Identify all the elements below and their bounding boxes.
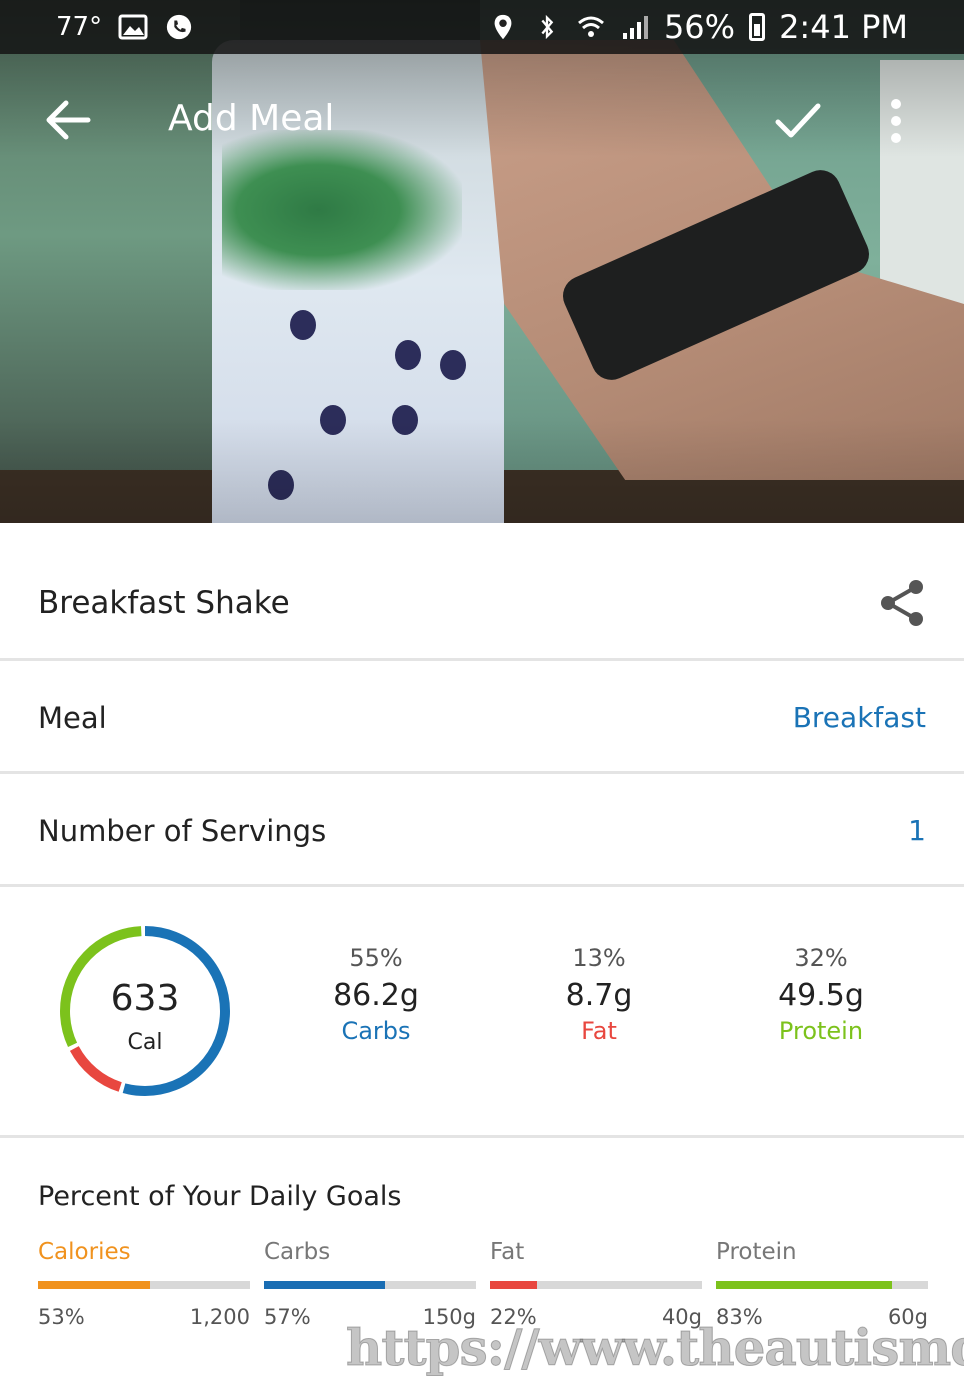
macro-percent: 55%	[349, 944, 403, 972]
signal-icon	[622, 16, 648, 39]
macro-percent: 13%	[572, 944, 626, 972]
macro-name: Carbs	[341, 1017, 411, 1045]
battery-percent: 56%	[663, 8, 736, 46]
goal-carbs: Carbs 57% 150g	[264, 1239, 476, 1329]
goal-name: Fat	[490, 1239, 525, 1265]
goal-percent: 53%	[38, 1305, 85, 1329]
clock: 2:41 PM	[779, 8, 908, 46]
daily-goals-heading: Percent of Your Daily Goals	[38, 1181, 402, 1212]
servings-value[interactable]: 1	[908, 814, 926, 847]
more-vertical-icon[interactable]	[884, 98, 908, 144]
meal-label: Meal	[38, 700, 107, 735]
goal-name: Carbs	[264, 1239, 331, 1265]
phone-icon	[166, 14, 192, 40]
goal-name: Protein	[716, 1239, 797, 1265]
goal-fat: Fat 22% 40g	[490, 1239, 702, 1329]
goal-protein: Protein 83% 60g	[716, 1239, 928, 1329]
app-bar: Add Meal	[0, 70, 964, 170]
macro-percent: 32%	[794, 944, 848, 972]
status-bar: 77° 56% 2:41 PM	[0, 0, 964, 54]
macro-protein: 32% 49.5g Protein	[721, 944, 921, 1045]
servings-label: Number of Servings	[38, 813, 327, 848]
goal-progress-track	[264, 1281, 476, 1289]
goal-progress-fill	[38, 1281, 151, 1289]
location-icon	[494, 14, 512, 40]
goal-progress-fill	[490, 1281, 537, 1289]
goal-name: Calories	[38, 1239, 131, 1265]
macro-name: Fat	[581, 1017, 617, 1045]
nutrition-summary: 633 Cal 55% 86.2g Carbs 13% 8.7g Fat 32%…	[0, 890, 964, 1138]
goal-progress-track	[716, 1281, 928, 1289]
watermark-text: https://www.theautismdad.c	[346, 1318, 964, 1377]
goal-target: 1,200	[189, 1305, 250, 1329]
macro-grams: 86.2g	[333, 978, 419, 1013]
meal-name-row[interactable]: Breakfast Shake	[0, 548, 964, 661]
share-icon[interactable]	[878, 577, 926, 629]
goal-progress-fill	[264, 1281, 385, 1289]
calories-unit: Cal	[127, 1030, 163, 1055]
arrow-left-icon[interactable]	[44, 98, 92, 142]
meal-value[interactable]: Breakfast	[793, 701, 926, 734]
macro-name: Protein	[778, 1017, 864, 1045]
goal-progress-track	[38, 1281, 250, 1289]
macro-grams: 49.5g	[778, 978, 864, 1013]
macro-grams: 8.7g	[565, 978, 633, 1013]
image-icon	[118, 14, 148, 40]
goal-progress-fill	[716, 1281, 892, 1289]
goal-calories: Calories 53% 1,200	[38, 1239, 250, 1329]
macro-carbs: 55% 86.2g Carbs	[276, 944, 476, 1045]
temperature: 77°	[56, 12, 103, 42]
goal-progress-track	[490, 1281, 702, 1289]
goal-percent: 57%	[264, 1305, 311, 1329]
battery-icon	[749, 13, 766, 41]
check-icon[interactable]	[774, 100, 822, 142]
bluetooth-icon	[541, 14, 554, 40]
macro-fat: 13% 8.7g Fat	[499, 944, 699, 1045]
wifi-icon	[577, 16, 604, 37]
servings-row[interactable]: Number of Servings 1	[0, 777, 964, 887]
calories-value: 633	[110, 978, 180, 1019]
meal-name: Breakfast Shake	[38, 585, 290, 621]
page-title: Add Meal	[168, 98, 335, 139]
meal-type-row[interactable]: Meal Breakfast	[0, 664, 964, 774]
